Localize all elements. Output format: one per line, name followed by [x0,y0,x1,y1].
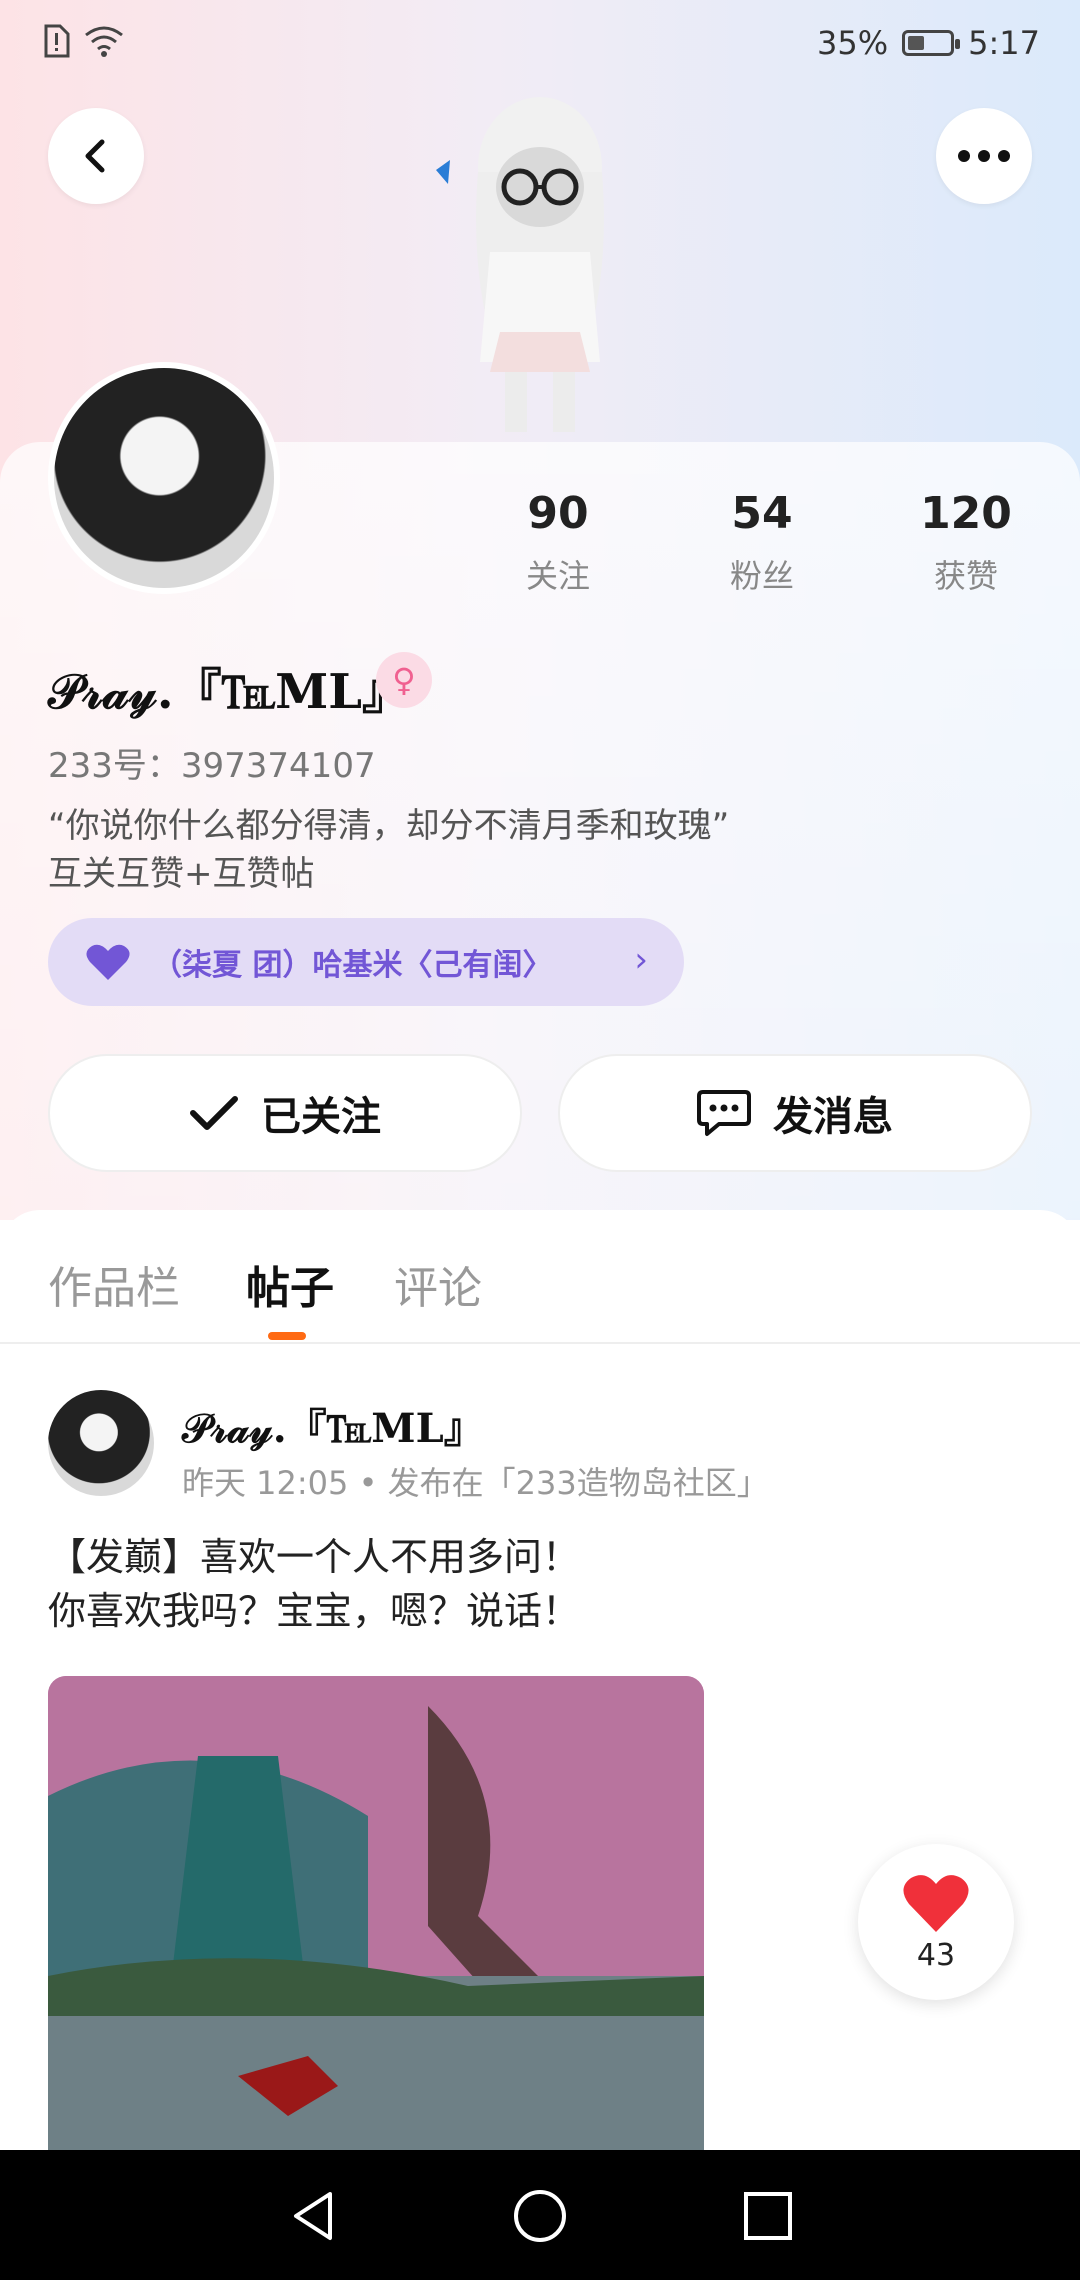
post-image[interactable] [48,1676,704,2150]
stat-fans[interactable]: 54 粉丝 [672,488,852,597]
back-arrow-icon [85,139,105,173]
clock: 5:17 [968,24,1040,62]
nav-back-icon[interactable] [286,2188,342,2244]
battery-icon [902,30,961,56]
heart-icon [903,1874,969,1932]
active-tab-indicator [268,1332,306,1340]
stat-likes[interactable]: 120 获赞 [876,488,1056,597]
followed-button[interactable]: 已关注 [48,1054,522,1172]
character-figure [436,97,604,432]
battery-percent: 35% [817,24,889,62]
post-meta: 昨天 12:05 • 发布在「233造物岛社区」 [182,1464,769,1502]
back-button[interactable] [48,108,144,204]
tab-posts[interactable]: 帖子 [246,1252,334,1316]
nav-recents-icon[interactable] [740,2188,796,2244]
stat-following[interactable]: 90 关注 [468,488,648,597]
status-bar: 35% 5:17 [0,0,1080,90]
fan-group-badge[interactable]: （柒夏 团）哈基米〈己有闺〉 › [48,918,684,1006]
like-button[interactable]: 43 [858,1844,1014,2000]
more-options-button[interactable] [936,108,1032,204]
user-id[interactable]: 233号：397374107 [48,738,376,787]
send-message-label: 发消息 [773,1094,893,1140]
post-text[interactable]: 【发巅】喜欢一个人不用多问！ 你喜欢我吗？宝宝，嗯？说话！ [48,1530,580,1638]
system-navigation-bar [0,2150,1080,2280]
post-author-avatar[interactable] [48,1390,154,1496]
like-count: 43 [916,1937,956,1973]
profile-nickname: 𝒫𝓇𝒶𝓎.『℡ML』 [48,664,411,720]
stat-fans-label: 粉丝 [729,557,794,595]
post-image-scene [48,1676,704,2150]
female-gender-icon: ♀ [376,652,432,708]
fan-group-name: （柒夏 团）哈基米〈己有闺〉 [152,948,553,983]
send-message-button[interactable]: 发消息 [558,1054,1032,1172]
followed-button-label: 已关注 [261,1094,381,1140]
content-tabs: 作品栏 帖子 评论 [0,1210,1080,1344]
check-icon [190,1096,238,1130]
wifi-icon [85,26,123,57]
chat-bubble-icon [697,1090,751,1136]
stat-following-label: 关注 [525,557,590,595]
stat-fans-count: 54 [731,488,793,539]
stat-following-count: 90 [527,488,589,539]
avatar-image [54,368,274,588]
stat-likes-label: 获赞 [933,557,998,595]
heart-badge-icon [86,944,130,980]
post-author-name[interactable]: 𝒫𝓇𝒶𝓎.『℡ML』 [182,1396,484,1454]
sim-alert-icon [44,24,70,58]
stat-likes-count: 120 [920,488,1012,539]
tab-comments[interactable]: 评论 [394,1252,482,1316]
more-dots-icon [958,150,1010,162]
profile-bio: “你说你什么都分得清，却分不清月季和玫瑰” 互关互赞+互赞帖 [48,806,730,894]
nav-home-icon[interactable] [512,2188,568,2244]
tab-works[interactable]: 作品栏 [48,1252,180,1316]
chevron-right-icon: › [634,940,648,980]
profile-avatar[interactable] [48,362,280,594]
